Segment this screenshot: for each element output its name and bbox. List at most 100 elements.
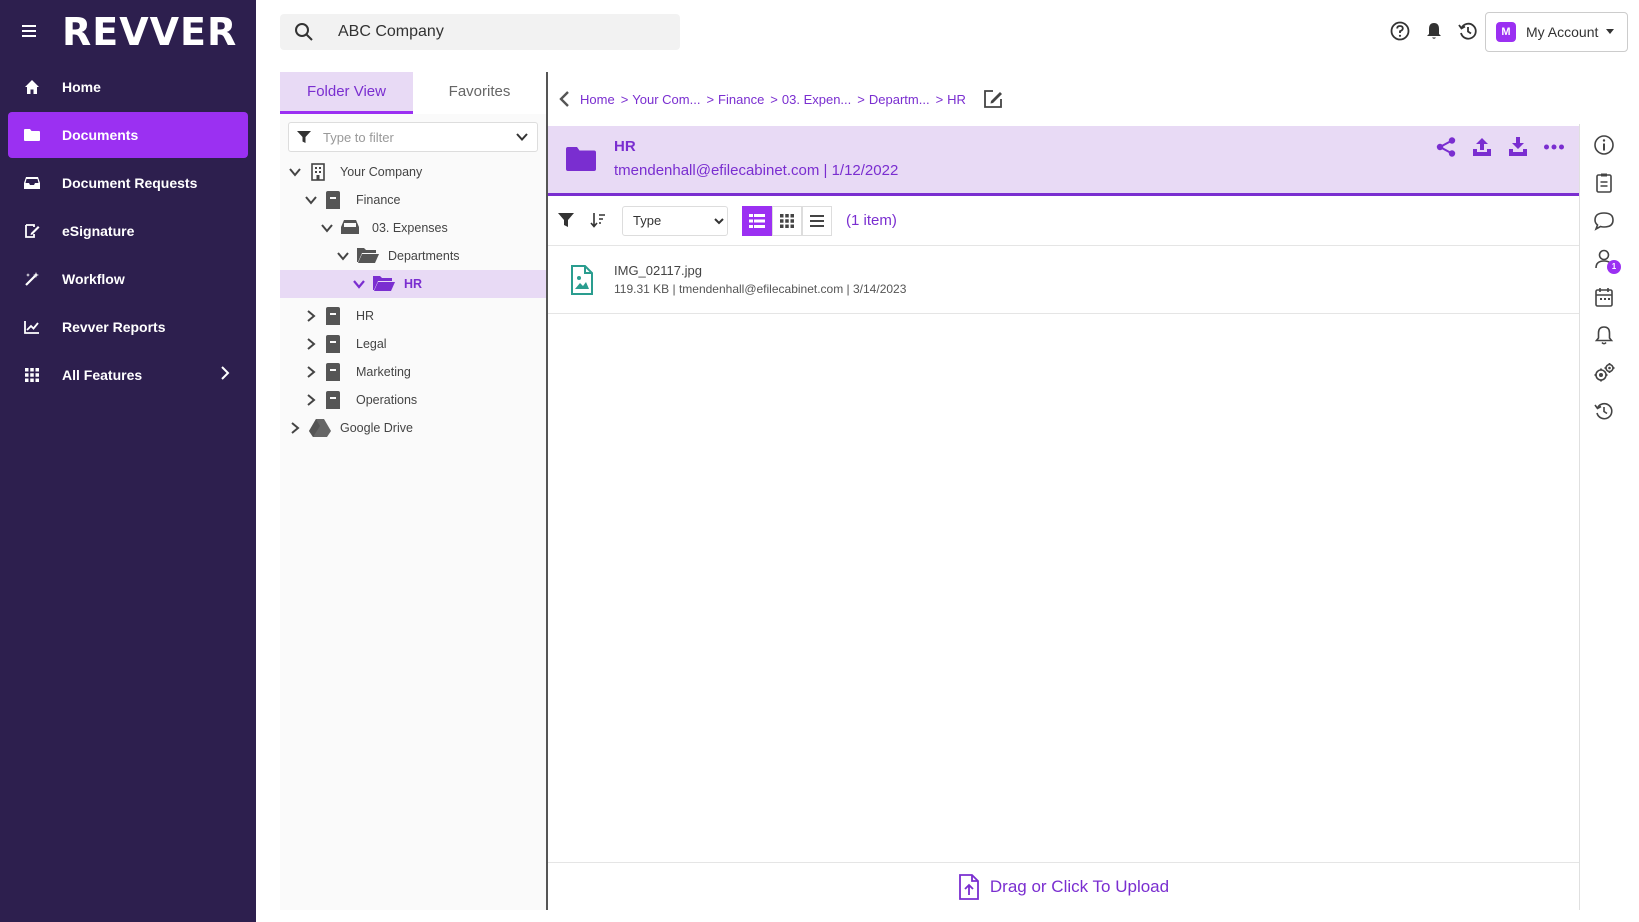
google-drive-icon: [308, 418, 331, 438]
breadcrumb-expenses[interactable]: 03. Expen...: [782, 92, 851, 107]
file-row[interactable]: IMG_02117.jpg 119.31 KB | tmendenhall@ef…: [548, 246, 1579, 314]
share-icon[interactable]: [1435, 136, 1457, 158]
history-icon[interactable]: [1593, 400, 1615, 422]
tree-node-departments[interactable]: Departments: [280, 242, 546, 270]
my-account-button[interactable]: M My Account: [1485, 12, 1628, 52]
sidebar-item-document-requests[interactable]: Document Requests: [8, 160, 248, 206]
filter-icon: [297, 130, 311, 144]
tree-filter[interactable]: Type to filter: [288, 122, 538, 152]
chevron-down-icon[interactable]: [336, 249, 350, 263]
drawer-icon: [340, 218, 362, 238]
sort-icon[interactable]: [590, 212, 608, 230]
settings-gears-icon[interactable]: [1593, 362, 1615, 384]
folder-actions: [1435, 136, 1565, 158]
breadcrumb-home[interactable]: Home: [580, 92, 615, 107]
avatar: M: [1496, 22, 1516, 42]
breadcrumb-departments[interactable]: Departm...: [869, 92, 930, 107]
search-bar: [280, 14, 680, 50]
download-icon[interactable]: [1507, 136, 1529, 158]
folder-tree: Your Company Finance 03. Expenses Depart…: [280, 158, 546, 442]
chevron-right-icon[interactable]: [288, 421, 302, 435]
sidebar-item-revver-reports[interactable]: Revver Reports: [8, 304, 248, 350]
tree-tabs: Folder View Favorites: [280, 72, 546, 114]
filter-placeholder: Type to filter: [323, 129, 394, 145]
chevron-right-icon[interactable]: [304, 337, 318, 351]
list-view-button[interactable]: [742, 205, 772, 236]
edit-icon[interactable]: [982, 88, 1004, 110]
notification-bell-icon[interactable]: [1593, 324, 1615, 346]
upload-dropzone[interactable]: Drag or Click To Upload: [548, 862, 1579, 910]
user-permissions-icon[interactable]: 1: [1593, 248, 1621, 274]
tree-node-your-company[interactable]: Your Company: [280, 158, 546, 186]
chevron-down-icon[interactable]: [288, 165, 302, 179]
chevron-down-icon[interactable]: [352, 277, 366, 291]
chevron-right-icon[interactable]: [304, 365, 318, 379]
tree-node-legal[interactable]: Legal: [280, 330, 546, 358]
grid-icon: [22, 365, 42, 385]
cabinet-icon: [324, 362, 346, 382]
breadcrumb-finance[interactable]: Finance: [718, 92, 764, 107]
sidebar-item-label: Home: [62, 79, 101, 95]
help-icon[interactable]: [1389, 20, 1411, 42]
search-icon[interactable]: [294, 22, 314, 42]
tab-folder-view[interactable]: Folder View: [280, 72, 413, 114]
chevron-down-icon[interactable]: [515, 131, 529, 143]
sidebar: REVVER Home Documents Document Requests …: [0, 0, 256, 922]
sidebar-item-esignature[interactable]: eSignature: [8, 208, 248, 254]
tree-node-label: Departments: [388, 249, 460, 263]
comment-icon[interactable]: [1593, 210, 1615, 232]
grid-view-button[interactable]: [772, 205, 802, 236]
tree-node-marketing[interactable]: Marketing: [280, 358, 546, 386]
breadcrumb-separator: >: [935, 91, 944, 107]
cabinet-icon: [324, 306, 346, 326]
tree-node-hr-selected[interactable]: HR: [280, 270, 546, 298]
chevron-down-icon[interactable]: [320, 221, 334, 235]
hamburger-menu-icon[interactable]: [22, 24, 42, 42]
chevron-right-icon[interactable]: [304, 393, 318, 407]
folder-title: HR: [614, 138, 636, 155]
bell-icon[interactable]: [1423, 20, 1445, 42]
cabinet-icon: [324, 334, 346, 354]
sidebar-item-all-features[interactable]: All Features: [8, 352, 248, 398]
sidebar-item-workflow[interactable]: Workflow: [8, 256, 248, 302]
chevron-down-icon[interactable]: [304, 193, 318, 207]
building-icon: [308, 162, 330, 182]
cabinet-icon: [324, 190, 346, 210]
history-icon[interactable]: [1457, 20, 1479, 42]
sidebar-item-home[interactable]: Home: [8, 64, 248, 110]
tree-node-label: Your Company: [340, 165, 423, 179]
revver-logo: REVVER: [62, 10, 238, 54]
folder-subtitle: tmendenhall@efilecabinet.com | 1/12/2022: [614, 162, 899, 179]
chevron-right-icon[interactable]: [304, 309, 318, 323]
filter-icon[interactable]: [558, 212, 576, 230]
image-file-icon: [570, 264, 596, 295]
breadcrumb-hr[interactable]: HR: [947, 92, 966, 107]
list-toolbar: Type (1 item): [548, 196, 1579, 246]
type-select[interactable]: Type: [622, 205, 728, 236]
caret-down-icon: [1606, 29, 1615, 35]
tree-node-google-drive[interactable]: Google Drive: [280, 414, 546, 442]
search-input[interactable]: [338, 23, 638, 41]
tab-favorites[interactable]: Favorites: [413, 72, 546, 114]
calendar-icon[interactable]: [1593, 286, 1615, 308]
clipboard-icon[interactable]: [1593, 172, 1615, 194]
tree-node-finance[interactable]: Finance: [280, 186, 546, 214]
more-options-icon[interactable]: [1543, 136, 1565, 158]
info-icon[interactable]: [1593, 134, 1615, 156]
breadcrumb-separator: >: [620, 91, 629, 107]
tree-node-expenses[interactable]: 03. Expenses: [280, 214, 546, 242]
sidebar-item-label: Revver Reports: [62, 319, 166, 335]
sidebar-item-documents[interactable]: Documents: [8, 112, 248, 158]
upload-icon[interactable]: [1471, 136, 1493, 158]
tree-node-label: Operations: [356, 393, 418, 407]
top-toolbar: [1389, 20, 1479, 42]
folder-open-icon: [372, 274, 395, 294]
tree-node-hr[interactable]: HR: [280, 302, 546, 330]
compact-view-button[interactable]: [802, 205, 832, 236]
back-chevron-icon[interactable]: [558, 90, 572, 108]
sidebar-item-label: All Features: [62, 367, 143, 383]
tree-node-operations[interactable]: Operations: [280, 386, 546, 414]
file-name[interactable]: IMG_02117.jpg: [614, 263, 906, 278]
breadcrumb-your-company[interactable]: Your Com...: [632, 92, 700, 107]
sidebar-item-label: eSignature: [62, 223, 135, 239]
